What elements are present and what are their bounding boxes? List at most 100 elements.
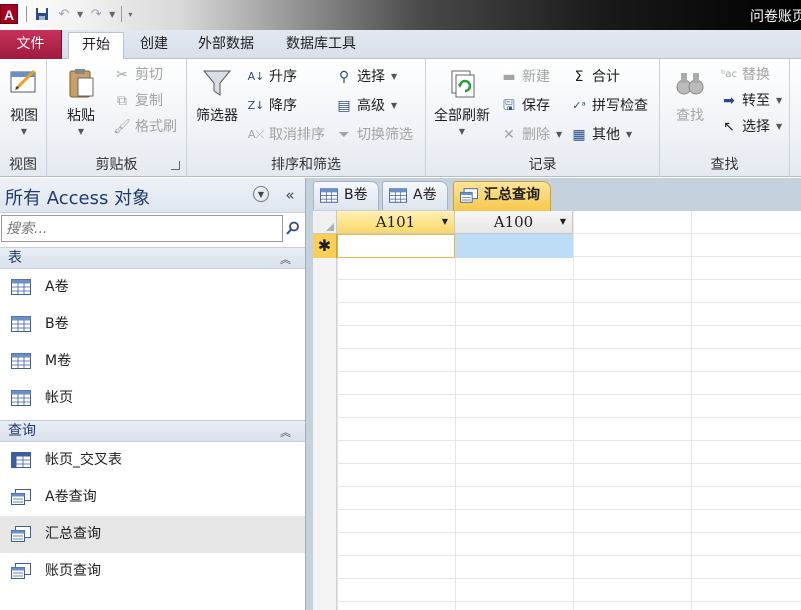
select-dropdown-icon: ▼ [776,122,783,131]
group-records: 全部刷新 ▼ ▬ 新建 🖫 保存 ✕ 删除 ▼ Σ 合计 ✓ᵃ 拼写检查 ▦ 其他 ▼ 记录 [426,59,660,177]
new-record-cell-a101[interactable] [337,234,455,258]
nav-pane-title[interactable]: 所有 Access 对象 [5,184,150,210]
advanced-filter-icon: ▤ [337,98,351,114]
more-button[interactable]: ▦ 其他 ▼ [570,124,632,146]
sort-descending-button[interactable]: Z↓ 降序 [247,95,297,117]
new-record-cell-a100[interactable] [455,234,573,258]
clear-sort-button[interactable]: A⤫ 取消排序 [247,124,325,146]
group-label-find: 查找 [710,157,739,173]
clipboard-dialog-launcher-icon[interactable] [171,161,180,170]
scissors-icon: ✂ [116,67,128,83]
cut-button[interactable]: ✂ 剪切 [113,64,163,86]
shutter-bar-close-icon[interactable]: « [281,186,299,204]
view-button[interactable]: 视图 ▼ [4,67,44,136]
selection-filter-button[interactable]: ⚲ 选择 ▼ [335,66,397,88]
sort-ascending-button[interactable]: A↓ 升序 [247,66,297,88]
group-label-views: 视图 [9,157,37,173]
table-icon [11,353,31,369]
nav-item-table[interactable]: B卷 [0,306,305,343]
nav-section-queries[interactable]: 查询 ︽ [0,420,305,442]
delete-record-button[interactable]: ✕ 删除 ▼ [500,124,562,146]
group-label-sort-filter: 排序和筛选 [271,157,341,173]
tab-file[interactable]: 文件 [0,30,62,59]
nav-menu-dropdown-icon[interactable]: ▼ [253,186,269,202]
column-header-a101[interactable]: A101 ▼ [337,211,455,234]
save-record-button[interactable]: 🖫 保存 [500,95,550,117]
group-clipboard: 粘贴 ▼ ✂ 剪切 ⧉ 复制 🖌 格式刷 剪贴板 [47,59,187,177]
find-button[interactable]: 查找 [668,67,712,125]
nav-item-query[interactable]: 账页查询 [0,553,305,590]
toggle-filter-button[interactable]: ⏷ 切换筛选 [335,124,413,146]
select-all-corner[interactable] [313,211,337,234]
redo-icon[interactable]: ↷ [87,5,105,23]
view-icon [8,67,40,99]
arrow-right-icon: ➡ [723,93,735,109]
paste-icon [65,67,97,99]
document-tabs: B卷 A卷 汇总查询 [313,178,801,211]
copy-icon: ⧉ [117,93,127,109]
quick-access-toolbar: ↶ ▼ ↷ ▼ ▾ [24,5,132,23]
replace-button[interactable]: ᵇac 替换 [720,64,770,86]
advanced-dropdown-icon: ▼ [391,101,398,110]
goto-button[interactable]: ➡ 转至 ▼ [720,90,782,112]
advanced-filter-button[interactable]: ▤ 高级 ▼ [335,95,397,117]
qat-separator [26,6,27,22]
collapse-chevron-icon[interactable]: ︽ [280,250,291,270]
redo-dropdown-icon[interactable]: ▼ [109,10,115,19]
undo-dropdown-icon[interactable]: ▼ [77,10,83,19]
ribbon: 视图 ▼ 视图 粘贴 ▼ ✂ 剪切 ⧉ 复制 🖌 格式刷 剪贴板 筛选器 A↓ 升序 Z… [0,59,801,177]
copy-button[interactable]: ⧉ 复制 [113,90,163,112]
search-icon[interactable] [286,221,300,235]
toggle-filter-icon: ⏷ [338,127,350,143]
tab-external-data[interactable]: 外部数据 [185,32,267,59]
select-query-icon [11,563,31,579]
select-query-icon [11,526,31,542]
spelling-icon: ✓ᵃ [572,99,586,112]
access-app-icon[interactable]: A [0,4,18,24]
nav-item-table[interactable]: 帐页 [0,380,305,417]
doc-tab-a[interactable]: A卷 [382,181,448,210]
spelling-button[interactable]: ✓ᵃ 拼写检查 [570,95,648,117]
row-header-strip [313,258,337,610]
totals-button[interactable]: Σ 合计 [570,66,620,88]
delete-icon: ✕ [503,127,515,143]
paste-button[interactable]: 粘贴 ▼ [59,67,103,136]
window-title: 问卷账页 [750,9,801,25]
datasheet-grid[interactable]: A101 ▼ A100 ▼ ✱ [313,211,801,610]
tab-database-tools[interactable]: 数据库工具 [273,32,369,59]
save-icon[interactable] [33,5,51,23]
more-dropdown-icon: ▼ [626,130,633,139]
sigma-icon: Σ [574,69,584,85]
nav-item-query[interactable]: A卷查询 [0,479,305,516]
collapse-chevron-icon[interactable]: ︽ [280,423,291,443]
undo-icon[interactable]: ↶ [55,5,73,23]
tab-home[interactable]: 开始 [68,32,124,60]
column-header-a100[interactable]: A100 ▼ [455,211,573,234]
binoculars-icon [674,67,706,99]
title-bar: A ↶ ▼ ↷ ▼ ▾ 问卷账页 [0,0,801,30]
select-button[interactable]: ↖ 选择 ▼ [720,116,782,138]
table-icon [320,188,338,203]
nav-item-query[interactable]: 帐页_交叉表 [0,442,305,479]
crosstab-query-icon [11,452,31,468]
refresh-all-button[interactable]: 全部刷新 ▼ [430,67,494,136]
doc-tab-b[interactable]: B卷 [313,181,379,210]
nav-item-table[interactable]: M卷 [0,343,305,380]
group-views: 视图 ▼ 视图 [0,59,47,177]
funnel-icon [201,67,233,99]
new-record-selector[interactable]: ✱ [313,234,337,258]
new-record-button[interactable]: ▬ 新建 [500,66,550,88]
nav-section-tables[interactable]: 表 ︽ [0,247,305,269]
filter-button[interactable]: 筛选器 [191,67,243,125]
format-painter-button[interactable]: 🖌 格式刷 [113,116,177,138]
search-input[interactable] [1,215,283,242]
column-filter-dropdown-icon[interactable]: ▼ [442,211,448,233]
nav-pane-header: 所有 Access 对象 ▼ « [0,178,305,213]
customize-qat-icon[interactable]: ▾ [128,10,132,19]
doc-tab-summary-query[interactable]: 汇总查询 [453,181,551,211]
nav-item-table[interactable]: A卷 [0,269,305,306]
tab-create[interactable]: 创建 [127,32,181,59]
column-filter-dropdown-icon[interactable]: ▼ [560,211,566,233]
nav-item-query-selected[interactable]: 汇总查询 [0,516,305,553]
selection-dropdown-icon: ▼ [391,72,398,81]
